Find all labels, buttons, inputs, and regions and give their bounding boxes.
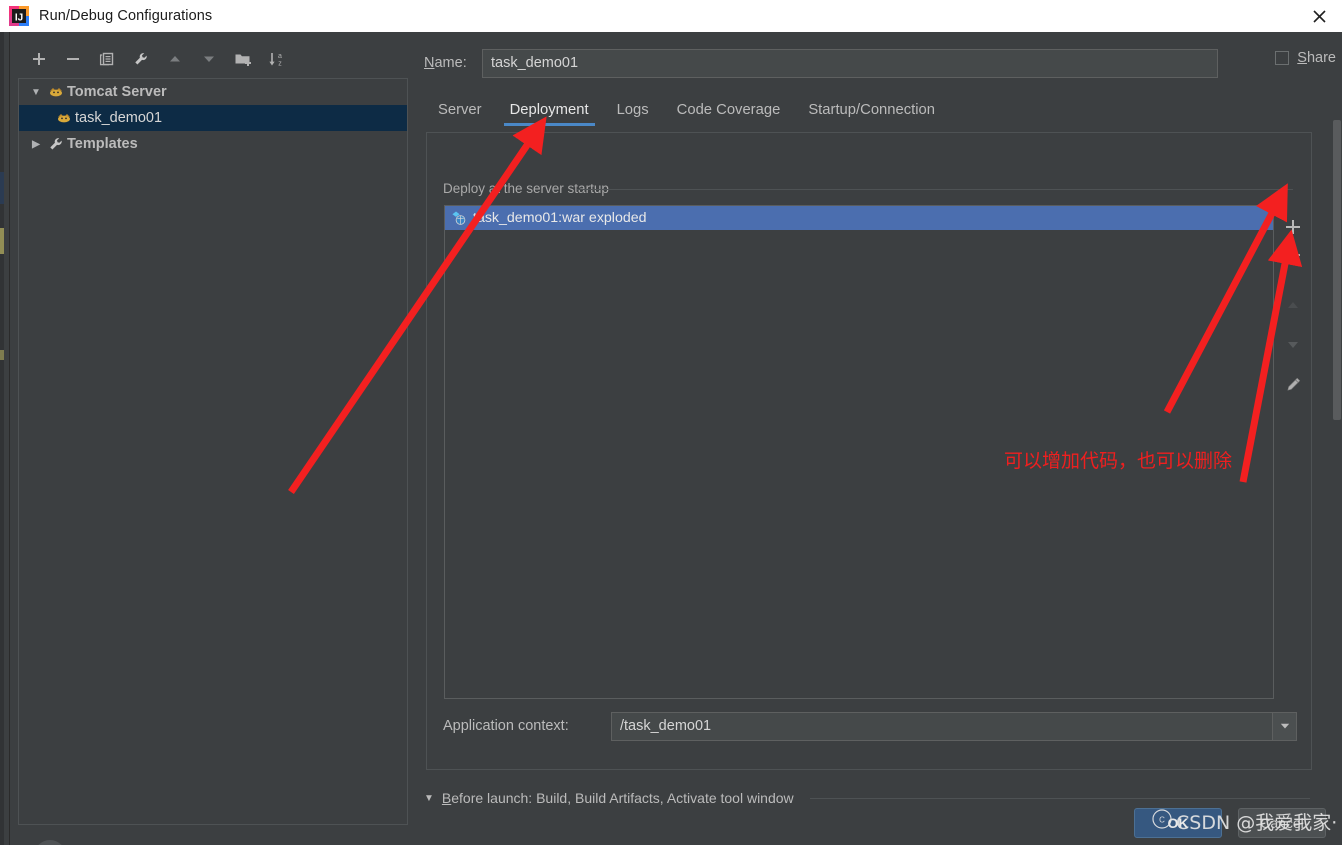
- move-artifact-down-button[interactable]: [1279, 331, 1307, 359]
- chevron-down-icon[interactable]: [1272, 712, 1296, 740]
- wrench-icon: [45, 136, 67, 152]
- application-context-combo[interactable]: /task_demo01: [611, 711, 1297, 741]
- tab-code-coverage[interactable]: Code Coverage: [663, 102, 795, 126]
- list-item[interactable]: task_demo01:war exploded: [445, 206, 1273, 230]
- watermark: C CSDN @我爱我家·: [1152, 808, 1337, 835]
- help-button[interactable]: ?: [34, 840, 66, 845]
- svg-text:IJ: IJ: [15, 13, 23, 24]
- checkbox-box[interactable]: [1275, 51, 1290, 65]
- share-label: Share: [1297, 50, 1336, 66]
- tree-group-label: Templates: [67, 136, 138, 152]
- ide-gutter: [0, 32, 4, 845]
- artifact-icon: [451, 210, 467, 226]
- add-artifact-button[interactable]: [1279, 213, 1307, 241]
- scrollbar-thumb[interactable]: [1333, 120, 1341, 420]
- ide-divider: [9, 32, 10, 845]
- tree-group-label: Tomcat Server: [67, 84, 167, 100]
- tree-group-templates[interactable]: ▶ Templates: [19, 131, 407, 157]
- application-context-row: Application context: /task_demo01: [443, 711, 1297, 741]
- artifact-actions: [1275, 205, 1311, 699]
- title-bar: IJ Run/Debug Configurations: [0, 0, 1342, 32]
- application-context-value[interactable]: /task_demo01: [612, 718, 711, 734]
- svg-text:a: a: [278, 53, 282, 60]
- before-launch-label: Before launch: Build, Build Artifacts, A…: [441, 790, 794, 806]
- section-divider: [809, 797, 1310, 799]
- vertical-scrollbar[interactable]: [1332, 120, 1342, 840]
- ide-gutter-mark: [0, 228, 4, 254]
- copy-icon[interactable]: [96, 48, 118, 70]
- before-launch-section[interactable]: ▼ Before launch: Build, Build Artifacts,…: [424, 790, 1324, 806]
- tab-startup-connection[interactable]: Startup/Connection: [794, 102, 949, 126]
- configurations-tree[interactable]: ▼ Tomcat Server task_demo01 ▶ Templates: [18, 78, 408, 825]
- name-row: Name:: [424, 48, 1329, 78]
- close-icon[interactable]: [1296, 0, 1342, 32]
- tree-group-tomcat-server[interactable]: ▼ Tomcat Server: [19, 79, 407, 105]
- tab-server[interactable]: Server: [424, 102, 496, 126]
- wrench-icon[interactable]: [130, 48, 152, 70]
- watermark-text: CSDN @我爱我家·: [1176, 812, 1338, 834]
- ide-gutter-mark: [0, 172, 4, 204]
- sort-az-icon[interactable]: a z: [266, 48, 288, 70]
- tab-deployment[interactable]: Deployment: [496, 102, 603, 126]
- configurations-toolbar: a z: [18, 44, 398, 74]
- chevron-down-icon[interactable]: ▼: [424, 793, 434, 804]
- tab-logs[interactable]: Logs: [603, 102, 663, 126]
- application-context-label: Application context:: [443, 718, 569, 734]
- tomcat-icon: [53, 111, 75, 125]
- share-checkbox[interactable]: Share: [1275, 50, 1336, 66]
- artifact-label: task_demo01:war exploded: [473, 210, 647, 226]
- svg-text:C: C: [1159, 816, 1165, 825]
- editor-tabs[interactable]: Server Deployment Logs Code Coverage Sta…: [424, 94, 949, 126]
- group-divider: [577, 189, 1293, 190]
- tree-item-label: task_demo01: [75, 110, 163, 126]
- configuration-editor: Name: Share Server Deployment Logs Code …: [408, 32, 1342, 845]
- ide-gutter-mark: [0, 350, 4, 360]
- run-debug-configurations-dialog: IJ Run/Debug Configurations a z ▼ Tomcat…: [0, 0, 1342, 845]
- add-configuration-button[interactable]: [28, 48, 50, 70]
- remove-artifact-button[interactable]: [1279, 241, 1307, 269]
- edit-artifact-button[interactable]: [1279, 371, 1307, 399]
- folder-add-icon[interactable]: [232, 48, 254, 70]
- name-label: Name:: [424, 55, 467, 71]
- csdn-logo-icon: C: [1152, 809, 1172, 834]
- window-title: Run/Debug Configurations: [39, 8, 213, 24]
- name-input[interactable]: [482, 48, 1218, 78]
- tomcat-icon: [45, 85, 67, 99]
- remove-configuration-button[interactable]: [62, 48, 84, 70]
- chevron-down-icon[interactable]: ▼: [27, 87, 45, 98]
- annotation-note: 可以增加代码，也可以删除: [1004, 450, 1233, 472]
- background-ide-strip: [0, 32, 14, 845]
- svg-text:z: z: [278, 61, 282, 68]
- move-artifact-up-button[interactable]: [1279, 291, 1307, 319]
- arrow-up-icon[interactable]: [164, 48, 186, 70]
- tree-item-task-demo01[interactable]: task_demo01: [19, 105, 407, 131]
- arrow-down-icon[interactable]: [198, 48, 220, 70]
- intellij-idea-logo-icon: IJ: [9, 6, 29, 26]
- chevron-right-icon[interactable]: ▶: [27, 139, 45, 150]
- configurations-panel: a z ▼ Tomcat Server task_demo01 ▶ Templa…: [14, 32, 408, 845]
